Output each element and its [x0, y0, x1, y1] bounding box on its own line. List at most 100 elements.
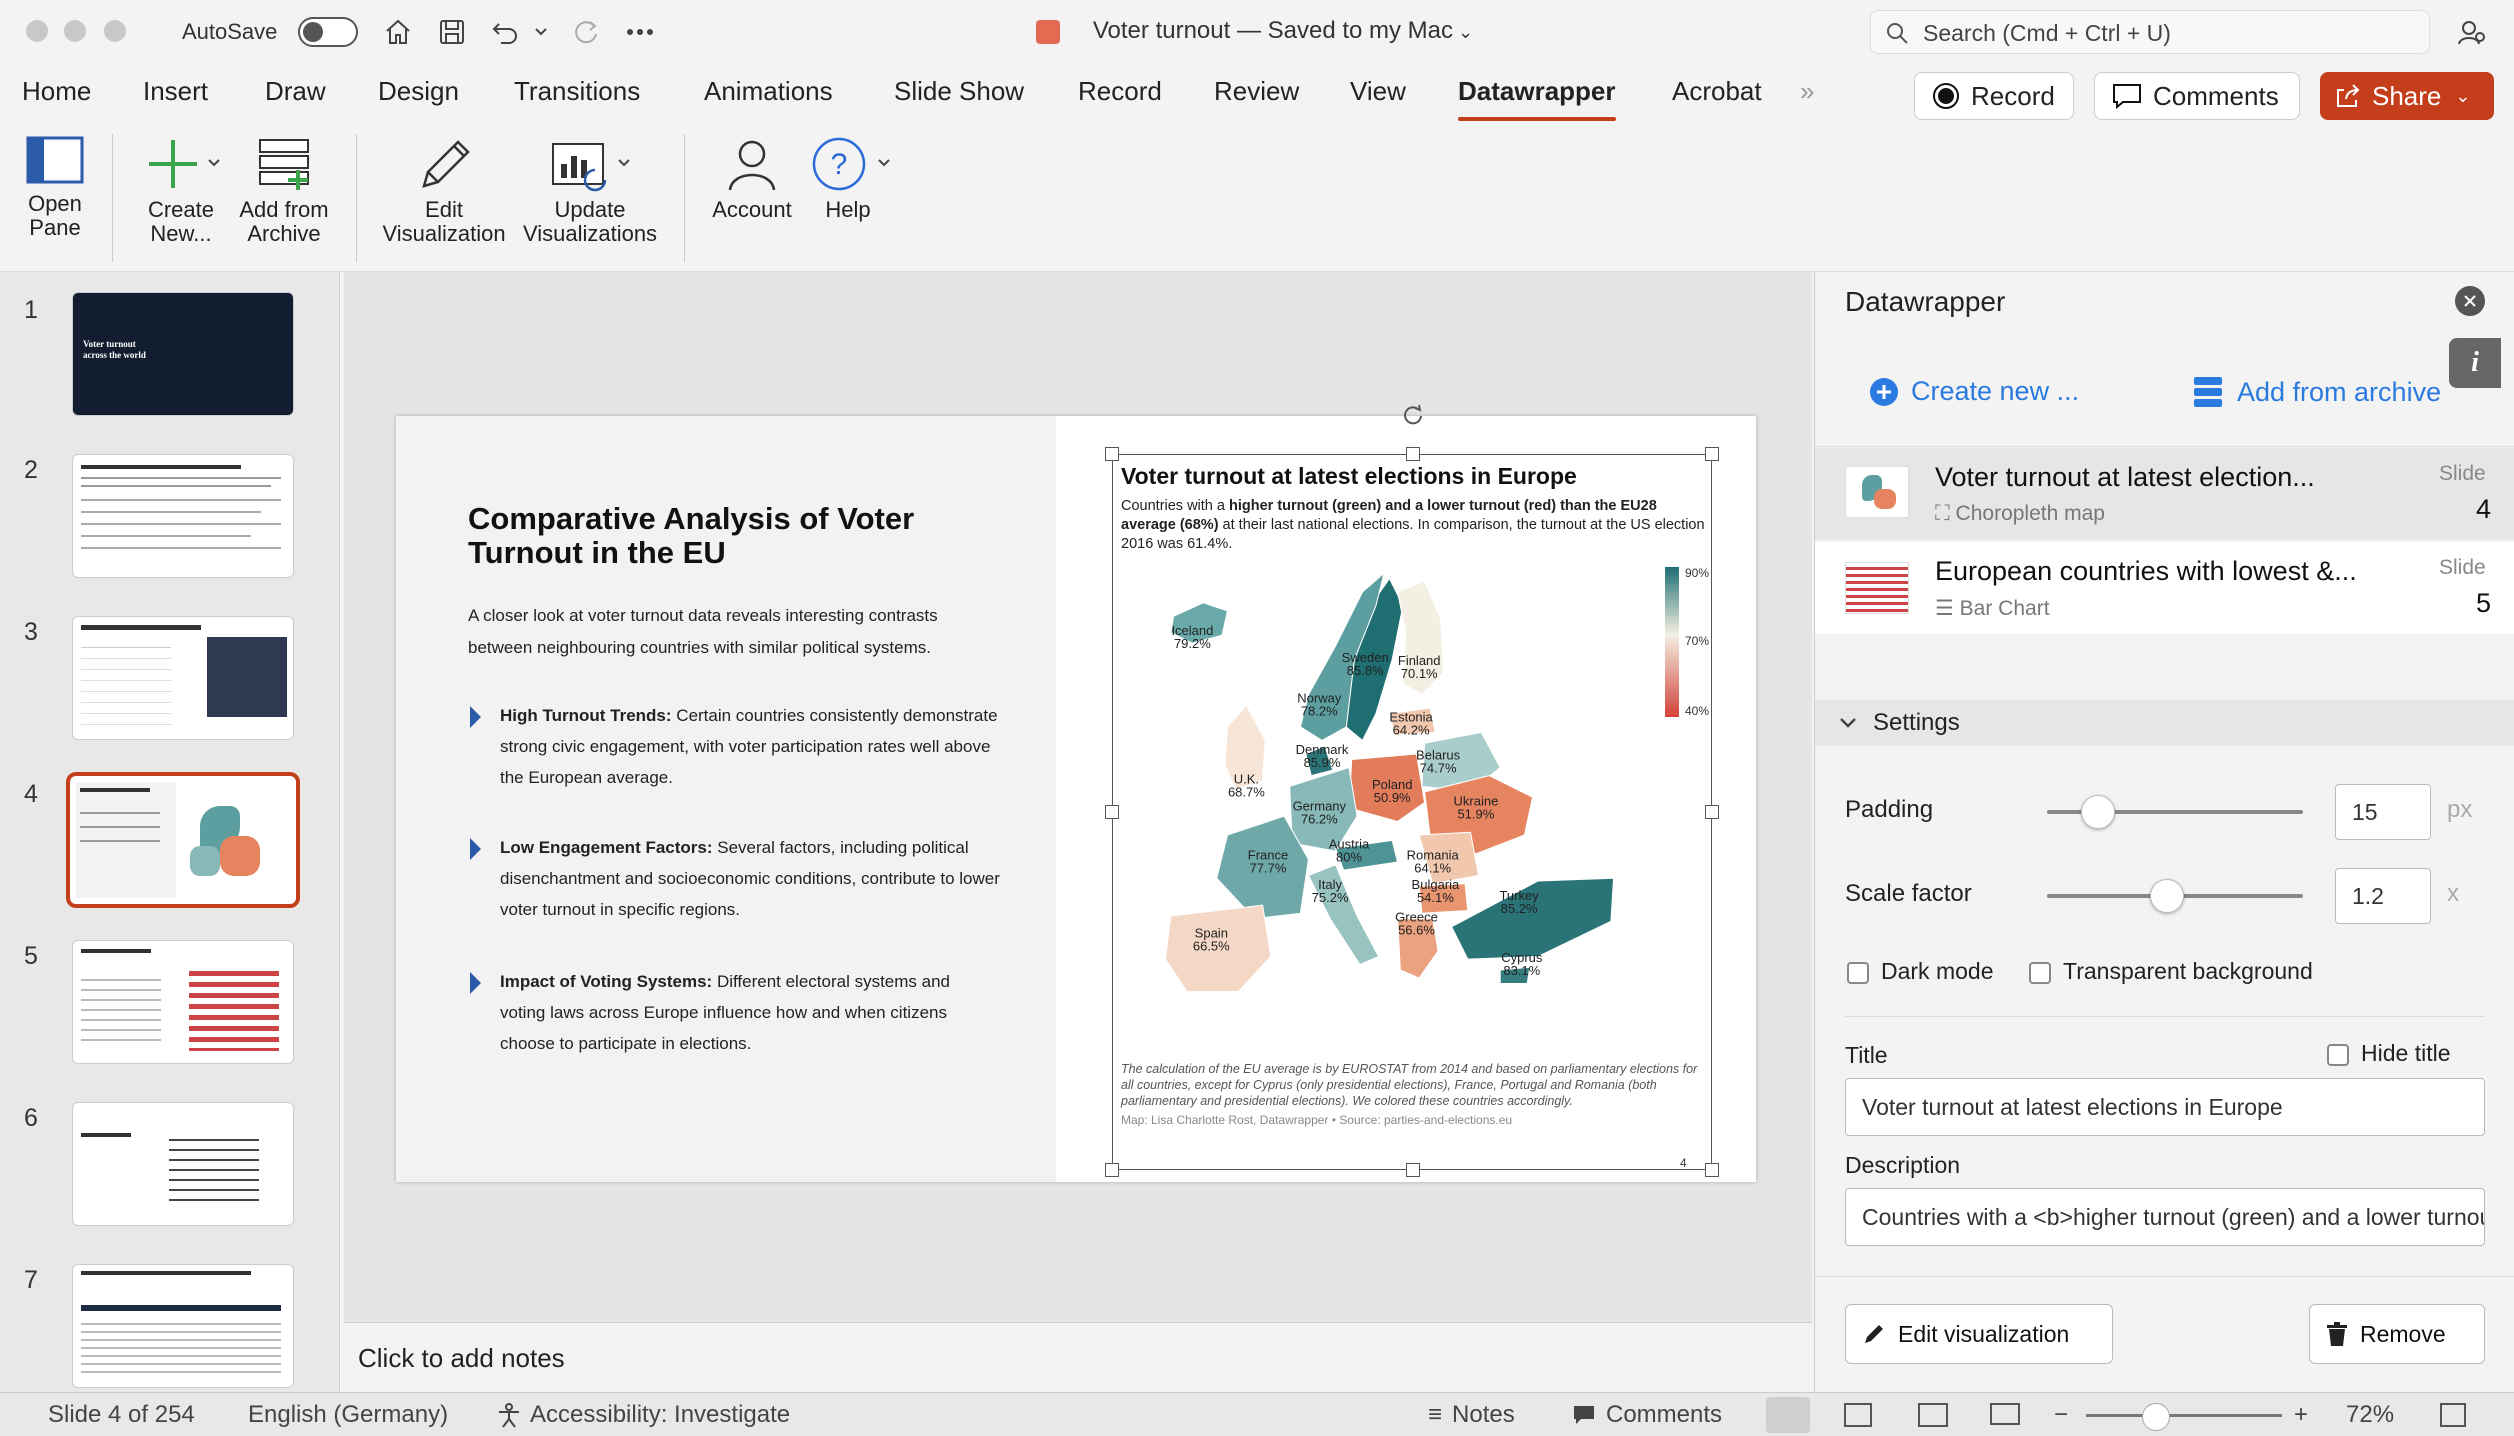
zoom-window-button[interactable] [104, 20, 126, 42]
slide-canvas[interactable]: Comparative Analysis of Voter Turnout in… [396, 404, 1756, 1182]
info-icon[interactable]: i [2449, 338, 2501, 388]
account-button[interactable]: Account [704, 136, 800, 222]
transparent-bg-checkbox[interactable] [2029, 962, 2051, 984]
close-window-button[interactable] [26, 20, 48, 42]
zoom-slider[interactable] [2086, 1414, 2282, 1417]
close-pane-icon[interactable] [2455, 286, 2485, 316]
resize-handle[interactable] [1406, 1163, 1420, 1177]
chart-title: European countries with lowest &... [1935, 556, 2357, 586]
create-new-link[interactable]: Create new ... [1869, 376, 2079, 407]
redo-icon[interactable] [566, 14, 606, 50]
notes-area[interactable]: Click to add notes [344, 1322, 1812, 1392]
slide-label: Slide [2439, 462, 2486, 485]
resize-handle[interactable] [1705, 805, 1719, 819]
hide-title-checkbox[interactable] [2327, 1044, 2349, 1066]
normal-view-icon[interactable] [1766, 1397, 1810, 1433]
tab-record[interactable]: Record [1078, 76, 1162, 107]
comments-button[interactable]: Comments [2094, 72, 2300, 120]
slide-thumbnail-3[interactable] [72, 616, 294, 740]
scale-input[interactable]: 1.2 [2335, 868, 2431, 924]
help-button[interactable]: ? Help [800, 136, 896, 222]
zoom-in-button[interactable]: + [2294, 1401, 2308, 1429]
edit-visualization-button[interactable]: Edit visualization [1845, 1304, 2113, 1364]
tab-design[interactable]: Design [378, 76, 459, 107]
slide-thumbnail-6[interactable] [72, 1102, 294, 1226]
add-archive-label-2: Archive [247, 221, 321, 246]
bullet-item[interactable]: Low Engagement Factors: Several factors,… [500, 832, 1000, 925]
bullet-item[interactable]: High Turnout Trends: Certain countries c… [500, 700, 1000, 793]
slide-thumbnail-1[interactable]: Voter turnout across the world [72, 292, 294, 416]
europe-choropleth-map: 90% 70% 40% Iceland79.2%Sweden85.8%Finla… [1164, 566, 1709, 993]
tab-slide-show[interactable]: Slide Show [894, 76, 1024, 107]
slide-thumbnail-4[interactable] [66, 772, 300, 908]
tab-animations[interactable]: Animations [704, 76, 833, 107]
scale-slider-knob[interactable] [2150, 879, 2185, 913]
tab-home[interactable]: Home [22, 76, 91, 107]
resize-handle[interactable] [1705, 1163, 1719, 1177]
slide-sorter-icon[interactable] [1844, 1403, 1872, 1427]
tab-review[interactable]: Review [1214, 76, 1299, 107]
padding-input[interactable]: 15 [2335, 784, 2431, 840]
fit-to-window-icon[interactable] [2440, 1403, 2466, 1427]
padding-slider-knob[interactable] [2081, 795, 2116, 829]
datawrapper-map-object[interactable]: Voter turnout at latest elections in Eur… [1112, 454, 1712, 1170]
account-settings-icon[interactable] [2452, 14, 2492, 50]
minimize-window-button[interactable] [64, 20, 86, 42]
notes-toggle[interactable]: ≡ Notes [1428, 1401, 1515, 1429]
zoom-slider-knob[interactable] [2142, 1403, 2170, 1431]
more-options-icon[interactable] [620, 14, 660, 50]
slide-thumbnail-2[interactable] [72, 454, 294, 578]
resize-handle[interactable] [1705, 447, 1719, 461]
settings-section-header[interactable]: Settings [1815, 700, 2514, 746]
update-visualizations-button[interactable]: Update Visualizations [520, 136, 660, 246]
slide-title[interactable]: Comparative Analysis of Voter Turnout in… [468, 502, 968, 570]
remove-button[interactable]: Remove [2309, 1304, 2485, 1364]
undo-icon[interactable] [486, 14, 526, 50]
resize-handle[interactable] [1105, 1163, 1119, 1177]
search-field[interactable]: Search (Cmd + Ctrl + U) [1870, 10, 2430, 54]
title-chevron-icon[interactable]: ⌄ [1453, 22, 1473, 42]
language-indicator[interactable]: English (Germany) [248, 1401, 448, 1429]
slide-intro[interactable]: A closer look at voter turnout data reve… [468, 600, 988, 664]
share-button[interactable]: Share ⌄ [2320, 72, 2494, 120]
tab-transitions[interactable]: Transitions [514, 76, 640, 107]
home-icon[interactable] [378, 14, 418, 50]
edit-visualization-button[interactable]: Edit Visualization [378, 136, 510, 246]
open-pane-button[interactable]: Open Pane [16, 136, 94, 240]
zoom-out-button[interactable]: − [2054, 1401, 2068, 1429]
zoom-level[interactable]: 72% [2346, 1401, 2394, 1429]
accessibility-button[interactable]: Accessibility: Investigate [496, 1401, 790, 1429]
reading-view-icon[interactable] [1918, 1403, 1948, 1427]
dark-mode-checkbox[interactable] [1847, 962, 1869, 984]
create-new-button[interactable]: Create New... [136, 136, 226, 246]
save-icon[interactable] [432, 14, 472, 50]
share-chevron-icon[interactable]: ⌄ [2455, 86, 2470, 107]
tab-insert[interactable]: Insert [143, 76, 208, 107]
autosave-toggle[interactable] [298, 17, 358, 47]
tab-view[interactable]: View [1350, 76, 1406, 107]
comments-toggle[interactable]: Comments [1572, 1401, 1722, 1429]
chart-list-item[interactable]: Voter turnout at latest election... ⛶ Ch… [1815, 448, 2514, 540]
chart-list-item[interactable]: European countries with lowest &... ☰ Ba… [1815, 542, 2514, 634]
add-from-archive-link[interactable]: Add from archive [2193, 376, 2441, 408]
notes-icon: ≡ [1428, 1401, 1443, 1428]
add-from-archive-button[interactable]: Add from Archive [236, 136, 332, 246]
more-tabs-icon[interactable]: » [1800, 76, 1814, 107]
open-pane-label-1: Open [28, 191, 82, 216]
bullet-item[interactable]: Impact of Voting Systems: Different elec… [500, 966, 1000, 1059]
resize-handle[interactable] [1105, 805, 1119, 819]
country-value-label: 68.7% [1228, 785, 1265, 800]
undo-dropdown-chevron-icon[interactable] [530, 14, 552, 50]
description-input[interactable]: Countries with a <b>higher turnout (gree… [1845, 1188, 2485, 1246]
rotate-handle-icon[interactable] [1401, 402, 1425, 426]
tab-datawrapper[interactable]: Datawrapper [1458, 76, 1616, 121]
tab-draw[interactable]: Draw [265, 76, 326, 107]
resize-handle[interactable] [1406, 447, 1420, 461]
slide-thumbnail-7[interactable] [72, 1264, 294, 1388]
slideshow-icon[interactable] [1990, 1403, 2020, 1425]
record-button[interactable]: Record [1914, 72, 2074, 120]
slide-thumbnail-5[interactable] [72, 940, 294, 1064]
resize-handle[interactable] [1105, 447, 1119, 461]
tab-acrobat[interactable]: Acrobat [1672, 76, 1762, 107]
title-input[interactable]: Voter turnout at latest elections in Eur… [1845, 1078, 2485, 1136]
